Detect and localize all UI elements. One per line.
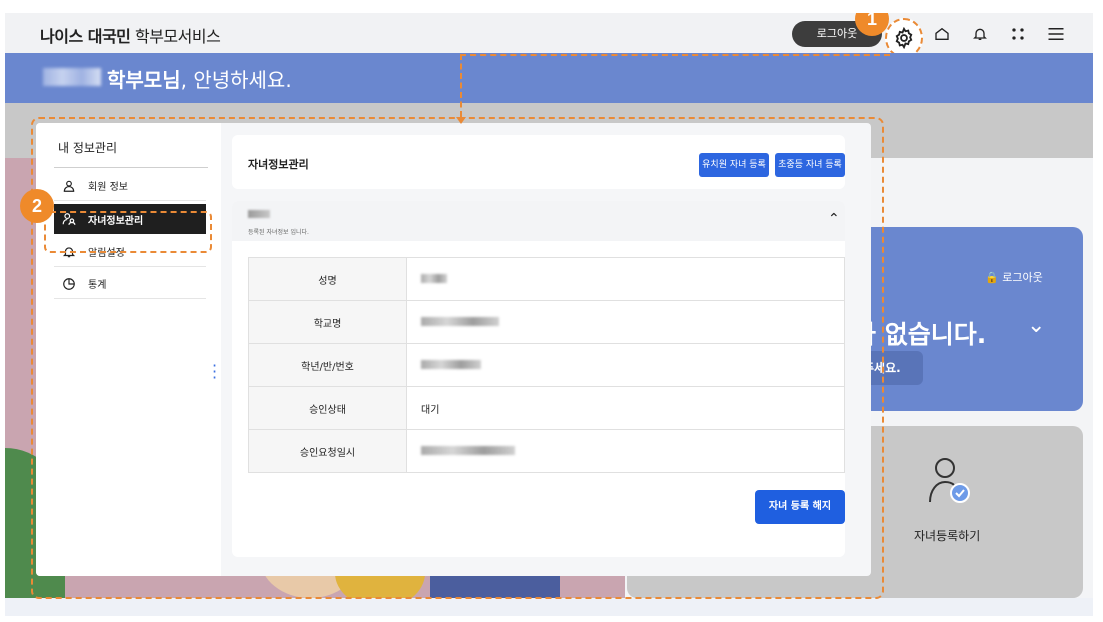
sidebar-title: 내 정보관리 [58, 141, 118, 155]
gear-button[interactable] [885, 17, 923, 58]
table-row: 학년/반/번호 [248, 343, 845, 387]
home-button[interactable] [923, 17, 961, 51]
table-row: 성명 [248, 257, 845, 301]
top-icon-bar [885, 17, 1075, 58]
child-register-label[interactable]: 자녀등록하기 [914, 527, 980, 544]
menu-icon [1048, 28, 1064, 40]
redacted-value [421, 446, 515, 455]
child-name-redacted [248, 210, 270, 218]
approval-status-value: 대기 [406, 386, 845, 430]
child-register-icon [927, 456, 973, 510]
sidebar-divider [54, 167, 208, 168]
user-icon [60, 177, 78, 195]
section-header-card: 자녀정보관리 유치원 자녀 등록 초중등 자녀 등록 [232, 135, 845, 189]
redacted-value [421, 274, 447, 283]
table-row: 승인상태 대기 [248, 386, 845, 430]
sidebar-item-label: 자녀정보관리 [88, 215, 144, 227]
apps-button[interactable] [999, 17, 1037, 51]
parent-name-redacted [43, 68, 101, 86]
apps-icon [1012, 28, 1024, 40]
register-school-child-button[interactable]: 초중등 자녀 등록 [775, 153, 845, 177]
sidebar-item-child-info[interactable]: 자녀정보관리 [54, 204, 206, 234]
footer-strip [5, 598, 1093, 616]
pie-chart-icon [60, 275, 78, 293]
notification-button[interactable] [961, 17, 999, 51]
sidebar-item-label: 회원 정보 [88, 182, 128, 193]
sidebar-item-statistics[interactable]: 통계 [54, 269, 206, 299]
my-info-panel: 내 정보관리 회원 정보 자녀정보관리 알림설정 통계 · · · 자녀정보관리… [36, 123, 871, 576]
top-bar: 나이스 대국민 학부모서비스 로그아웃 [5, 13, 1093, 58]
children-icon [60, 210, 78, 228]
row-value [406, 257, 845, 301]
brand-logo[interactable]: 나이스 대국민 학부모서비스 [40, 23, 221, 47]
table-row: 승인요청일시 [248, 429, 845, 473]
row-value [406, 300, 845, 344]
row-label: 학년/반/번호 [248, 343, 407, 387]
redacted-value [421, 317, 499, 326]
sidebar-item-member-info[interactable]: 회원 정보 [54, 171, 206, 201]
sidebar: 내 정보관리 회원 정보 자녀정보관리 알림설정 통계 · · · [36, 123, 221, 576]
callout-arrow [456, 117, 466, 124]
bell-icon [973, 28, 987, 40]
row-value [406, 343, 845, 387]
callout-badge-2: 2 [20, 189, 54, 223]
child-info-card: 등록된 자녀정보 입니다. ⌃ 성명 학교명 학년/반/번호 승인상태 대기 승인… [232, 201, 845, 557]
chevron-down-icon[interactable]: ⌄ [1027, 313, 1045, 338]
register-kindergarten-child-button[interactable]: 유치원 자녀 등록 [699, 153, 769, 177]
home-icon [935, 27, 949, 40]
bell-icon [60, 243, 78, 261]
row-label: 성명 [248, 257, 407, 301]
sidebar-item-label: 통계 [88, 280, 107, 291]
no-child-text: 가 없습니다. [853, 320, 987, 349]
greeting-banner: 학부모님, 안녕하세요. [5, 53, 1093, 103]
chevron-up-icon[interactable]: ⌃ [828, 211, 840, 227]
unregister-child-button[interactable]: 자녀 등록 해지 [755, 490, 845, 524]
sidebar-item-label: 알림설정 [88, 248, 125, 259]
resize-handle[interactable]: · · · [212, 358, 217, 386]
gear-icon [895, 27, 913, 49]
child-accordion-header[interactable]: 등록된 자녀정보 입니다. ⌃ [232, 201, 845, 241]
menu-button[interactable] [1037, 17, 1075, 51]
greeting-text: 학부모님, 안녕하세요. [107, 68, 292, 92]
row-label: 승인상태 [248, 386, 407, 430]
row-label: 학교명 [248, 300, 407, 344]
row-label: 승인요청일시 [248, 429, 407, 473]
redacted-value [421, 360, 481, 369]
child-info-table: 성명 학교명 학년/반/번호 승인상태 대기 승인요청일시 [248, 257, 845, 473]
child-note: 등록된 자녀정보 입니다. [248, 229, 309, 236]
logout-link[interactable]: 🔒 로그아웃 [985, 269, 1043, 285]
row-value [406, 429, 845, 473]
app-frame: 나이스 대국민 학부모서비스 로그아웃 학부모님, 안녕하세요. 🔒 로그아웃 … [5, 13, 1093, 616]
table-row: 학교명 [248, 300, 845, 344]
sidebar-item-notification[interactable]: 알림설정 [54, 237, 206, 267]
section-title: 자녀정보관리 [248, 158, 309, 171]
